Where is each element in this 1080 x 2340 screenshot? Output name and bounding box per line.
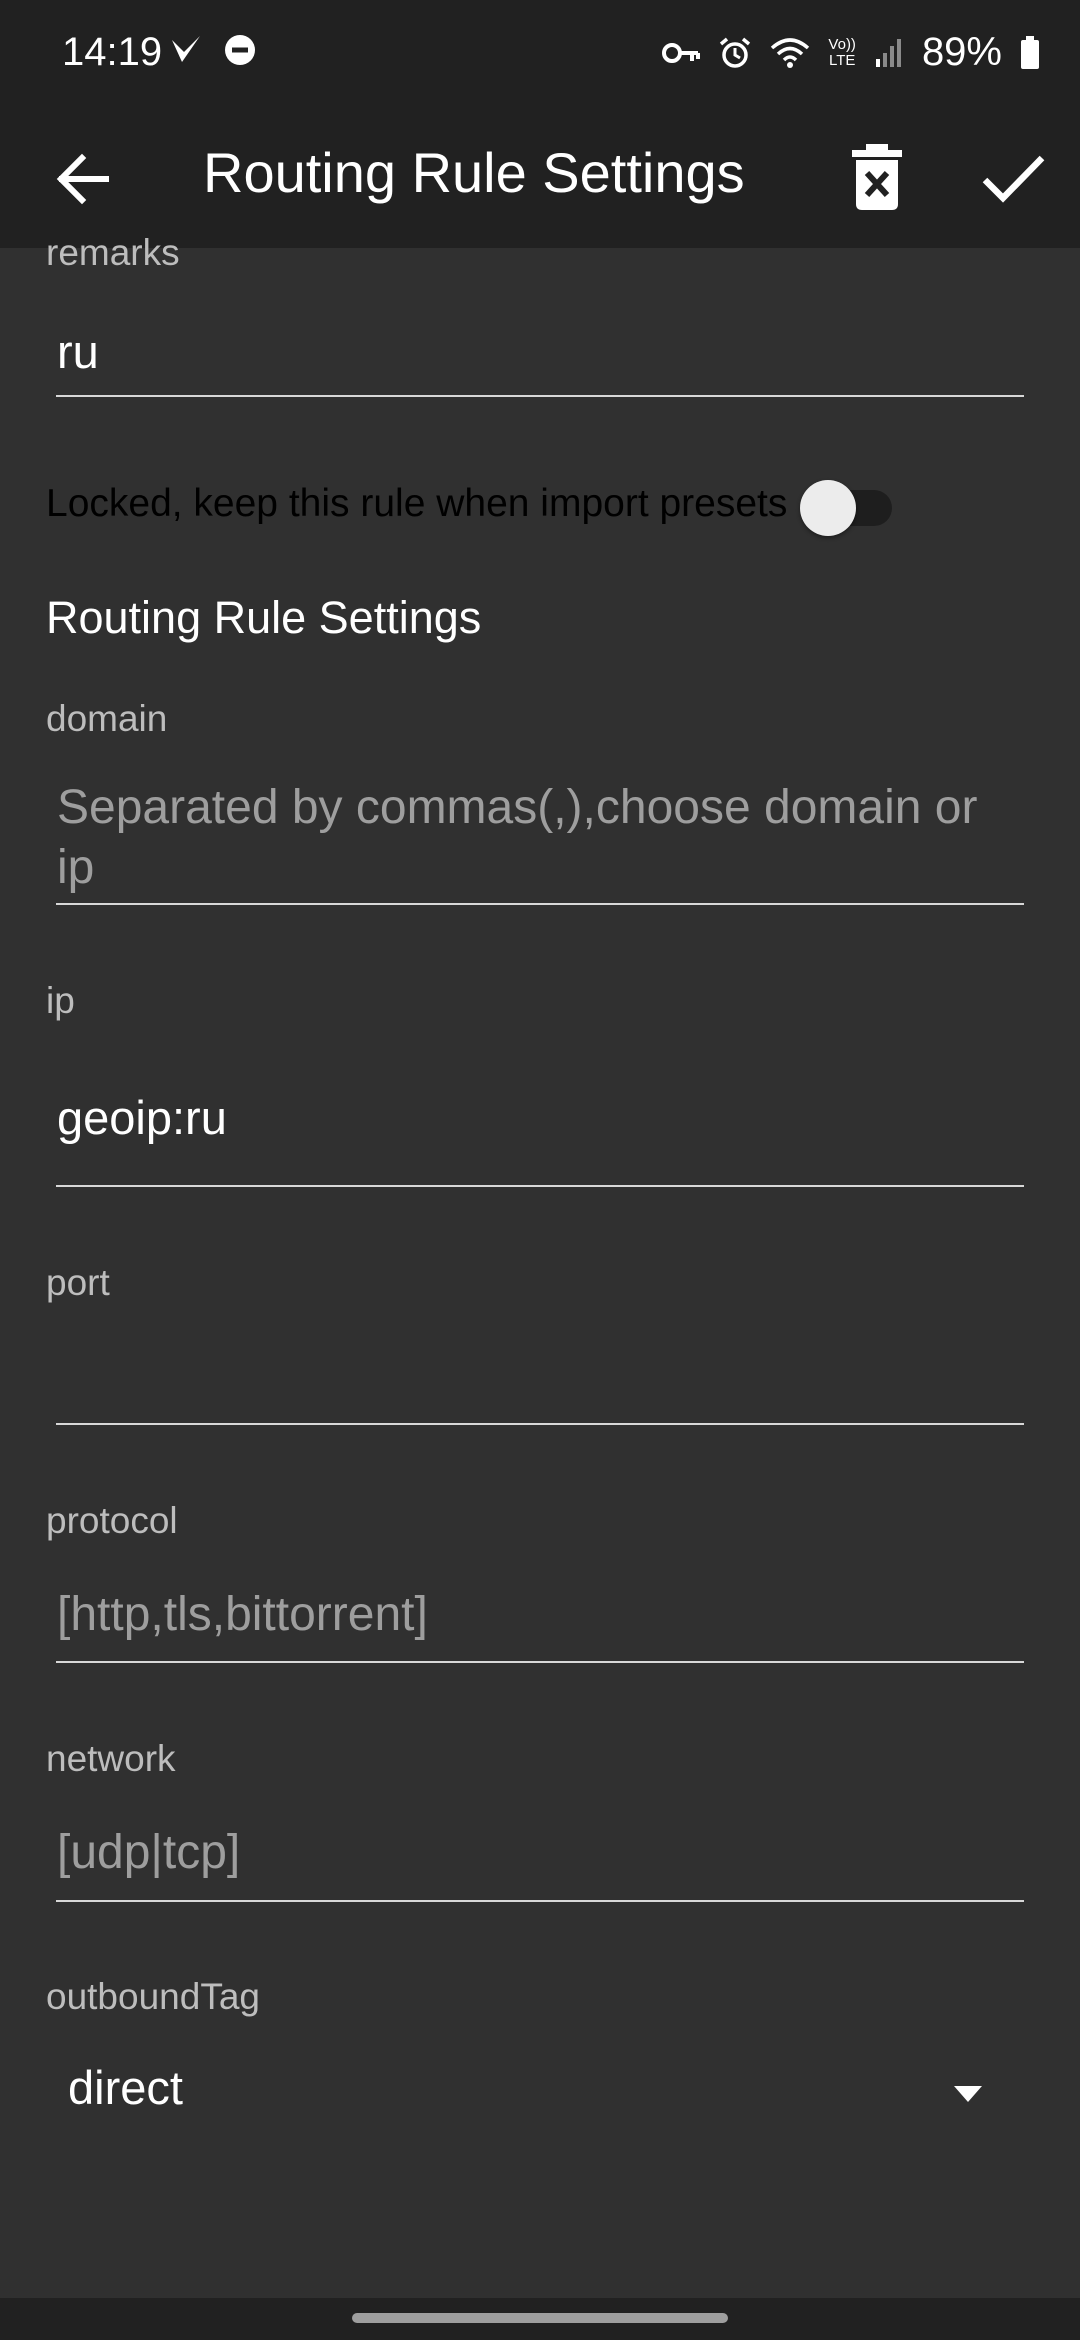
status-bar: 14:19 Vo)) LTE 89%	[0, 0, 1080, 110]
network-underline	[56, 1900, 1024, 1902]
navigation-bar	[0, 2298, 1080, 2340]
ip-input[interactable]: geoip:ru	[57, 1090, 227, 1145]
section-title: Routing Rule Settings	[46, 592, 482, 643]
signal-icon	[875, 38, 901, 67]
outbound-tag-value: direct	[68, 2061, 183, 2114]
domain-label: domain	[46, 698, 168, 739]
dropdown-arrow-icon	[954, 2086, 982, 2102]
ip-label: ip	[46, 980, 75, 1021]
home-handle[interactable]	[352, 2313, 728, 2323]
remarks-underline	[56, 395, 1024, 397]
vpn-key-icon	[662, 42, 701, 63]
page-title: Routing Rule Settings	[203, 141, 745, 204]
ip-underline	[56, 1185, 1024, 1187]
wifi-icon	[771, 37, 810, 68]
network-label: network	[46, 1738, 176, 1779]
domain-underline	[56, 903, 1024, 905]
network-input[interactable]: [udp|tcp]	[57, 1823, 1017, 1883]
battery-percent: 89%	[921, 30, 1002, 74]
remarks-label: remarks	[46, 232, 180, 273]
port-label: port	[46, 1262, 110, 1303]
locked-toggle[interactable]	[800, 480, 892, 536]
protocol-underline	[56, 1661, 1024, 1663]
protocol-input[interactable]: [http,tls,bittorrent]	[57, 1585, 1017, 1645]
volte-icon: Vo)) LTE	[828, 35, 856, 69]
back-arrow-icon[interactable]	[50, 146, 116, 212]
battery-icon	[1021, 35, 1039, 69]
locked-label: Locked, keep this rule when import prese…	[46, 482, 788, 525]
status-time: 14:19	[62, 30, 163, 74]
dnd-icon	[225, 35, 255, 65]
alarm-icon	[720, 37, 751, 68]
protocol-label: protocol	[46, 1500, 178, 1541]
delete-icon[interactable]	[848, 142, 906, 212]
outbound-tag-label: outboundTag	[46, 1976, 260, 2017]
domain-input[interactable]: Separated by commas(,),choose domain or …	[57, 778, 1017, 898]
port-underline	[56, 1423, 1024, 1425]
remarks-input[interactable]: ru	[57, 324, 99, 379]
navigation-icon	[172, 36, 200, 62]
outbound-tag-dropdown[interactable]: direct	[46, 2060, 1016, 2130]
toggle-thumb	[800, 480, 856, 536]
app-bar: Routing Rule Settings	[0, 110, 1080, 248]
checkmark-icon[interactable]	[980, 144, 1046, 210]
